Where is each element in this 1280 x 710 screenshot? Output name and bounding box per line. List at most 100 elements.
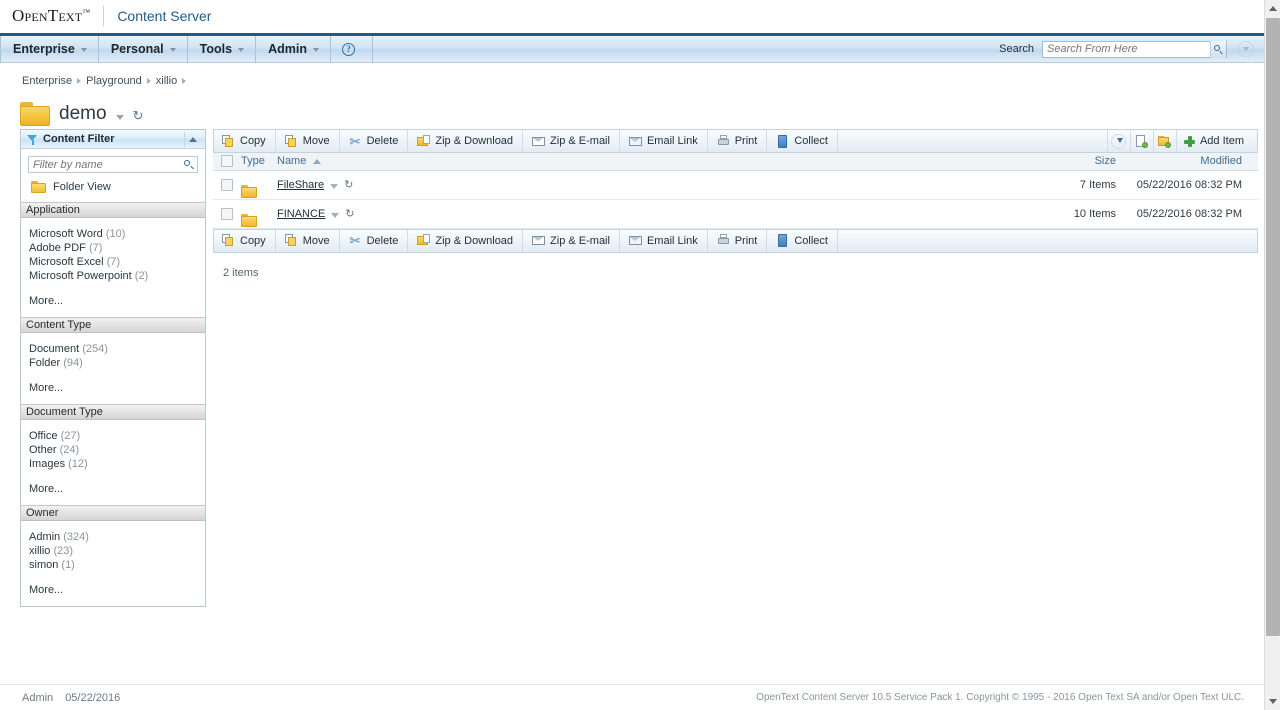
row-size-cell: 7 Items (1018, 170, 1128, 199)
scrollbar-thumb[interactable] (1266, 18, 1280, 636)
facet-item[interactable]: simon (1) (21, 558, 205, 572)
delete-button[interactable]: ✂ Delete (340, 130, 409, 152)
facet-more-link[interactable]: More... (21, 283, 205, 307)
chevron-down-icon[interactable] (81, 48, 87, 52)
add-document-button[interactable] (1130, 130, 1153, 152)
refresh-icon[interactable]: ↻ (133, 108, 144, 124)
chevron-down-icon (1243, 47, 1249, 51)
row-type-cell (241, 170, 277, 199)
facet-item[interactable]: Office (27) (21, 429, 205, 443)
nav-item-enterprise[interactable]: Enterprise (0, 36, 99, 62)
breadcrumb-item-playground[interactable]: Playground (86, 75, 142, 87)
add-item-button[interactable]: Add Item (1176, 130, 1257, 152)
item-name-link[interactable]: FINANCE (277, 208, 325, 220)
chevron-down-icon[interactable] (238, 48, 244, 52)
facet-more-link[interactable]: More... (21, 471, 205, 495)
row-modified-cell: 05/22/2016 08:32 PM (1128, 199, 1258, 228)
table-row[interactable]: FileShare ↻ 7 Items 05/22/2016 08:32 PM (213, 170, 1258, 199)
row-name-cell: FileShare ↻ (277, 170, 1018, 199)
email-link-button[interactable]: Email Link (620, 130, 708, 152)
facet-item[interactable]: Microsoft Powerpoint (2) (21, 269, 205, 283)
facet-count: (1) (61, 559, 74, 571)
row-menu-chevron-down-icon[interactable] (330, 184, 338, 189)
nav-item-tools[interactable]: Tools (188, 36, 256, 62)
chevron-down-icon[interactable] (170, 48, 176, 52)
facet-count: (324) (63, 531, 89, 543)
sidebar-item-folder-view[interactable]: Folder View (21, 178, 205, 202)
zip-email-button-bottom[interactable]: Zip & E-mail (523, 230, 620, 252)
move-button[interactable]: Move (276, 130, 340, 152)
chevron-down-icon[interactable] (313, 48, 319, 52)
button-label: Copy (240, 135, 266, 147)
collect-button-bottom[interactable]: Collect (767, 230, 838, 252)
name-column-label: Name (277, 155, 306, 167)
facet-item[interactable]: Folder (94) (21, 356, 205, 370)
zip-download-button-bottom[interactable]: Zip & Download (408, 230, 523, 252)
nav-item-help[interactable]: ? (331, 36, 373, 62)
filter-by-name-input[interactable] (29, 157, 180, 172)
row-refresh-icon[interactable]: ↻ (345, 207, 354, 220)
row-menu-chevron-down-icon[interactable] (331, 213, 339, 218)
zip-download-button[interactable]: Zip & Download (408, 130, 523, 152)
delete-button-bottom[interactable]: ✂ Delete (340, 230, 409, 252)
copy-button[interactable]: Copy (214, 130, 276, 152)
modified-column-header[interactable]: Modified (1128, 153, 1258, 170)
scroll-up-button[interactable] (1265, 0, 1280, 17)
facet-more-link[interactable]: More... (21, 572, 205, 596)
row-checkbox[interactable] (221, 208, 233, 220)
nav-item-personal[interactable]: Personal (99, 36, 188, 62)
scroll-down-button[interactable] (1265, 693, 1280, 710)
download-button[interactable] (1107, 130, 1130, 152)
chevron-up-icon (189, 137, 197, 142)
collect-button[interactable]: Collect (767, 130, 838, 152)
print-button[interactable]: Print (708, 130, 768, 152)
filter-box[interactable] (28, 156, 198, 173)
facet-item[interactable]: xillio (23) (21, 544, 205, 558)
breadcrumb-separator-icon (77, 78, 81, 84)
facet-item[interactable]: Microsoft Word (10) (21, 227, 205, 241)
browser-scrollbar[interactable] (1264, 0, 1280, 710)
row-checkbox[interactable] (221, 179, 233, 191)
add-folder-button[interactable] (1153, 130, 1176, 152)
table-header: Type Name Size Modified (213, 153, 1258, 170)
row-modified-cell: 05/22/2016 08:32 PM (1128, 170, 1258, 199)
copy-button-bottom[interactable]: Copy (214, 230, 276, 252)
search-input[interactable] (1043, 42, 1210, 57)
breadcrumb: Enterprise Playground xillio (0, 63, 1264, 87)
email-link-button-bottom[interactable]: Email Link (620, 230, 708, 252)
breadcrumb-item-xillio[interactable]: xillio (156, 75, 177, 87)
nav-item-label: Admin (268, 42, 307, 56)
select-all-checkbox[interactable] (221, 155, 233, 167)
type-column-header[interactable]: Type (241, 153, 277, 170)
nav-item-label: Enterprise (13, 42, 75, 56)
collect-icon (776, 234, 789, 247)
facet-item[interactable]: Admin (324) (21, 530, 205, 544)
page-menu-chevron-down-icon[interactable] (116, 115, 124, 120)
facet-item[interactable]: Images (12) (21, 457, 205, 471)
facet-item[interactable]: Other (24) (21, 443, 205, 457)
print-button-bottom[interactable]: Print (708, 230, 768, 252)
facet-section-body-document-type: Office (27) Other (24) Images (12) More.… (21, 420, 205, 505)
size-column-header[interactable]: Size (1018, 153, 1128, 170)
facet-label: Images (29, 458, 65, 470)
row-refresh-icon[interactable]: ↻ (344, 178, 353, 191)
facet-item[interactable]: Microsoft Excel (7) (21, 255, 205, 269)
search-box[interactable] (1042, 41, 1227, 58)
facet-item[interactable]: Document (254) (21, 342, 205, 356)
download-icon (1111, 134, 1126, 149)
table-row[interactable]: FINANCE ↻ 10 Items 05/22/2016 08:32 PM (213, 199, 1258, 228)
move-button-bottom[interactable]: Move (276, 230, 340, 252)
trademark-symbol: ™ (82, 7, 90, 16)
name-column-header[interactable]: Name (277, 153, 1018, 170)
breadcrumb-item-enterprise[interactable]: Enterprise (22, 75, 72, 87)
item-name-link[interactable]: FileShare (277, 179, 324, 191)
help-icon[interactable]: ? (342, 43, 355, 56)
nav-item-admin[interactable]: Admin (256, 36, 331, 62)
filter-submit-button[interactable] (180, 157, 197, 172)
collapse-panel-button[interactable] (184, 132, 201, 147)
facet-more-link[interactable]: More... (21, 370, 205, 394)
search-options-button[interactable] (1238, 41, 1254, 57)
facet-item[interactable]: Adobe PDF (7) (21, 241, 205, 255)
zip-email-button[interactable]: Zip & E-mail (523, 130, 620, 152)
search-submit-button[interactable] (1210, 41, 1226, 58)
